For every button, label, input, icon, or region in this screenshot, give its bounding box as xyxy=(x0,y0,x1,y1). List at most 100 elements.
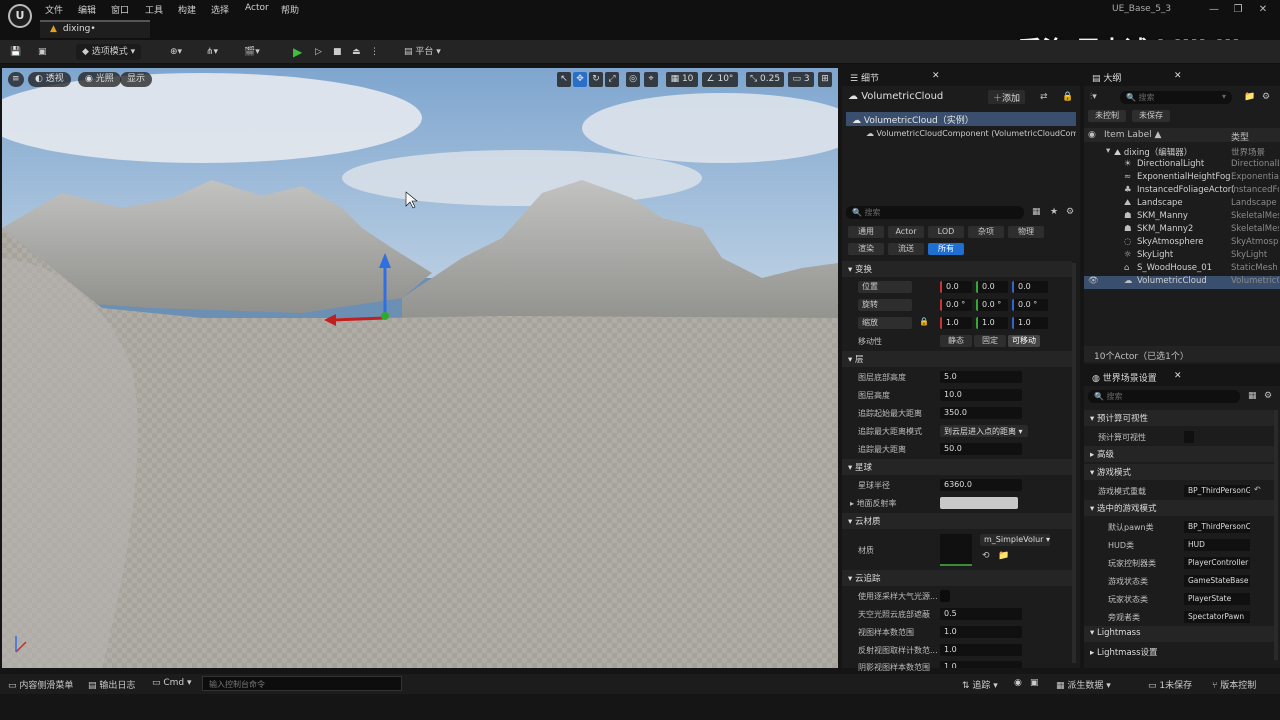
scale-z[interactable]: 1.0 xyxy=(1012,317,1048,329)
rotation-snap-button[interactable]: ∠ 10° xyxy=(702,72,738,87)
type-column-header[interactable]: 类型 xyxy=(1231,130,1249,143)
world-search-input[interactable]: 🔍 搜索 xyxy=(1088,390,1240,403)
chevron-down-icon[interactable]: ▾ xyxy=(1222,92,1226,101)
source-control-button[interactable]: ⑂ 版本控制 xyxy=(1212,678,1256,691)
per-sample-checkbox[interactable] xyxy=(940,590,950,602)
details-search-input[interactable]: 🔍 搜索 xyxy=(846,206,1024,219)
material-thumbnail[interactable] xyxy=(940,534,972,566)
grid-snap-button[interactable]: ▦ 10 xyxy=(666,72,698,87)
derived-data-button[interactable]: ▦ 派生数据 ▾ xyxy=(1056,678,1111,691)
location-x[interactable]: 0.0 xyxy=(940,281,972,293)
outliner-item-skylight[interactable]: ☼ SkyLight SkyLight xyxy=(1084,250,1280,263)
filter-icon[interactable]: ⫶▾ xyxy=(1090,92,1097,102)
game-state-value[interactable]: GameStateBase xyxy=(1184,575,1250,587)
lock-icon[interactable]: 🔒 xyxy=(1062,92,1073,102)
mode-dropdown[interactable]: ◆ 选项模式 ▾ xyxy=(76,44,142,60)
unsaved-left-button[interactable]: 未控制 xyxy=(1088,110,1126,122)
player-controller-value[interactable]: PlayerController xyxy=(1184,557,1250,569)
lit-button[interactable]: ◉ 光照 xyxy=(78,72,121,87)
table-view-icon[interactable]: ▦ xyxy=(1248,391,1257,401)
scale-y[interactable]: 1.0 xyxy=(976,317,1008,329)
select-tool-icon[interactable]: ↖ xyxy=(557,72,571,87)
section-layer[interactable]: ▾ 层 xyxy=(842,351,1072,367)
reflection-sample-value[interactable]: 1.0 xyxy=(940,644,1022,656)
filter-actor[interactable]: Actor xyxy=(888,226,924,238)
planet-radius-value[interactable]: 6360.0 xyxy=(940,479,1022,491)
filter-lod[interactable]: LOD xyxy=(928,226,964,238)
content-drawer-button[interactable]: ▭ 内容侧滑菜单 xyxy=(8,678,73,691)
shadow-sample-value[interactable]: 1.0 xyxy=(940,661,1022,668)
rotation-y[interactable]: 0.0 ° xyxy=(976,299,1008,311)
menu-build[interactable]: 构建 xyxy=(178,3,196,16)
trace-max-value[interactable]: 50.0 xyxy=(940,443,1022,455)
settings-icon[interactable]: ⚙ xyxy=(1066,207,1074,217)
outliner-item-volumetriccloud[interactable]: 👁 ☁ VolumetricCloud VolumetricC xyxy=(1084,276,1280,289)
outliner-item-skyatmosphere[interactable]: ◌ SkyAtmosphere SkyAtmospl xyxy=(1084,237,1280,250)
section-tracing[interactable]: ▾ 云追踪 xyxy=(842,570,1072,586)
player-state-value[interactable]: PlayerState xyxy=(1184,593,1250,605)
outliner-item-foliage[interactable]: ♣ InstancedFoliageActor(InstancedFo xyxy=(1084,185,1280,198)
scale-lock-icon[interactable]: 🔒 xyxy=(919,317,929,326)
favorite-icon[interactable]: ★ xyxy=(1050,207,1058,217)
outliner-item-fog[interactable]: ≈ ExponentialHeightFogExponentialH xyxy=(1084,172,1280,185)
section-transform[interactable]: ▾ 变换 xyxy=(842,261,1072,277)
trace-start-value[interactable]: 350.0 xyxy=(940,407,1022,419)
save-icon[interactable]: 💾 xyxy=(10,44,21,60)
map-tab[interactable]: ▲ dixing• xyxy=(40,20,150,38)
hud-value[interactable]: HUD xyxy=(1184,539,1250,551)
filter-rendering[interactable]: 渲染 xyxy=(848,243,884,255)
details-scrollbar[interactable] xyxy=(1072,263,1076,663)
scale-snap-button[interactable]: ⤡ 0.25 xyxy=(746,72,784,87)
location-dropdown[interactable]: 位置 xyxy=(858,281,912,293)
viewport-menu-icon[interactable]: ≡ xyxy=(8,72,24,87)
outliner-item-manny2[interactable]: ☗ SKM_Manny2 SkeletalMes xyxy=(1084,224,1280,237)
outliner-item-directionallight[interactable]: ☀ DirectionalLight DirectionalL xyxy=(1084,159,1280,172)
outliner-tab[interactable]: ▤ 大纲 ✕ xyxy=(1084,68,1280,86)
unsaved-right-button[interactable]: 未保存 xyxy=(1132,110,1170,122)
section-selected-game-mode[interactable]: ▾ 选中的游戏模式 xyxy=(1084,500,1274,516)
filter-all[interactable]: 所有 xyxy=(928,243,964,255)
outliner-search-input[interactable]: 🔍 搜索 ▾ xyxy=(1120,91,1232,104)
menu-tools[interactable]: 工具 xyxy=(145,3,163,16)
details-close-icon[interactable]: ✕ xyxy=(932,71,940,81)
menu-window[interactable]: 窗口 xyxy=(111,3,129,16)
outliner-item-manny[interactable]: ☗ SKM_Manny SkeletalMes xyxy=(1084,211,1280,224)
view-sample-value[interactable]: 1.0 xyxy=(940,626,1022,638)
use-selected-icon[interactable]: ⟲ xyxy=(982,551,990,561)
instance-row[interactable]: ☁ VolumetricCloud（实例） xyxy=(846,112,1076,126)
mobility-stationary[interactable]: 固定 xyxy=(974,335,1006,347)
expand-icon[interactable]: ▾ xyxy=(1106,146,1110,156)
add-component-button[interactable]: ＋添加 xyxy=(988,90,1026,104)
scale-x[interactable]: 1.0 xyxy=(940,317,972,329)
step-icon[interactable]: ▷ xyxy=(315,44,322,60)
menu-help[interactable]: 帮助 xyxy=(281,3,299,16)
location-y[interactable]: 0.0 xyxy=(976,281,1008,293)
more-icon[interactable]: ⋮ xyxy=(370,44,379,60)
world-scrollbar[interactable] xyxy=(1274,410,1278,660)
game-mode-override-value[interactable]: BP_ThirdPersonG xyxy=(1184,485,1250,497)
menu-file[interactable]: 文件 xyxy=(45,3,63,16)
section-lightmass[interactable]: ▾ Lightmass xyxy=(1084,626,1274,642)
rotation-dropdown[interactable]: 旋转 xyxy=(858,299,912,311)
rotation-x[interactable]: 0.0 ° xyxy=(940,299,972,311)
skylight-occlusion-value[interactable]: 0.5 xyxy=(940,608,1022,620)
add-folder-icon[interactable]: 📁 xyxy=(1244,92,1255,102)
section-lightmass-settings[interactable]: ▸ Lightmass设置 xyxy=(1084,644,1274,660)
minimize-icon[interactable]: — xyxy=(1206,4,1222,15)
default-pawn-value[interactable]: BP_ThirdPersonCl xyxy=(1184,521,1250,533)
close-icon[interactable]: ✕ xyxy=(1255,4,1271,15)
outliner-item-woodhouse[interactable]: ⌂ S_WoodHouse_01 StaticMesh xyxy=(1084,263,1280,276)
section-game-mode[interactable]: ▾ 游戏模式 xyxy=(1084,464,1274,480)
trace-button[interactable]: ⇅ 追踪 ▾ xyxy=(962,678,998,691)
menu-select[interactable]: 选择 xyxy=(211,3,229,16)
record-icon[interactable]: ◉ xyxy=(1014,678,1022,688)
eye-icon[interactable]: 👁 xyxy=(1088,276,1099,286)
world-space-icon[interactable]: ◎ xyxy=(626,72,640,87)
camera-capture-icon[interactable]: ▣ xyxy=(1030,678,1039,688)
platform-dropdown[interactable]: ▤ 平台 ▾ xyxy=(404,44,441,60)
unsaved-button[interactable]: ▭ 1未保存 xyxy=(1148,678,1192,691)
camera-speed-button[interactable]: ▭ 3 xyxy=(788,72,814,87)
component-row[interactable]: ☁ VolumetricCloudComponent (VolumetricCl… xyxy=(866,129,1076,138)
surface-snap-icon[interactable]: ⌖ xyxy=(644,72,658,87)
outliner-item-landscape[interactable]: ⛰ Landscape Landscape xyxy=(1084,198,1280,211)
